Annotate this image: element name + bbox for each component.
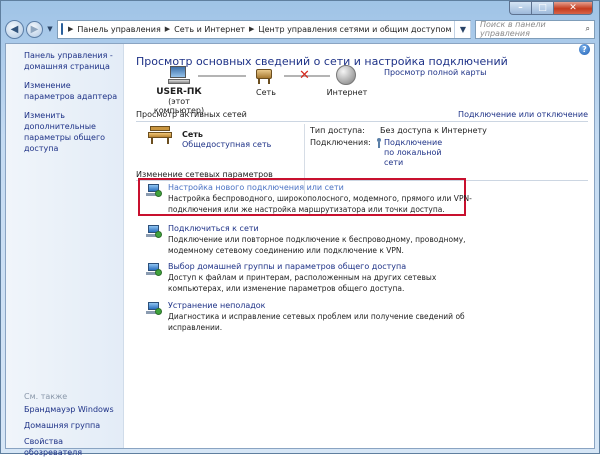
search-icon: ⌕ [585, 24, 590, 33]
maximize-button[interactable]: □ [531, 1, 553, 15]
search-placeholder: Поиск в панели управления [480, 20, 546, 38]
task-description: Диагностика и исправление сетевых пробле… [168, 312, 465, 332]
computer-icon [168, 66, 190, 84]
history-dropdown[interactable]: ▼ [45, 25, 55, 33]
content-frame: Панель управления - домашняя страница Из… [5, 43, 595, 457]
caption-buttons: – □ ✕ [509, 1, 593, 15]
task-description: Подключение или повторное подключение к … [168, 235, 466, 255]
network-icon[interactable] [254, 65, 276, 85]
connect-disconnect-link[interactable]: Подключение или отключение [458, 110, 588, 119]
network-label: Сеть [256, 88, 276, 97]
control-panel-icon [61, 23, 63, 35]
full-map-link[interactable]: Просмотр полной карты [384, 68, 487, 77]
network-name: Сеть [182, 130, 203, 139]
forward-button[interactable]: ▶ [26, 20, 43, 38]
connection-icon [376, 138, 382, 148]
sidebar-link-adapter-settings[interactable]: Изменение параметров адаптера [24, 80, 123, 102]
new-connection-link[interactable]: Настройка нового подключения или сети [168, 183, 344, 192]
network-type-link[interactable]: Общедоступная сеть [182, 140, 271, 149]
forward-icon: ▶ [30, 23, 39, 35]
map-line [198, 75, 246, 77]
main-content: Просмотр основных сведений о сети и наст… [134, 44, 594, 448]
address-row: ◀ ▶ ▼ ▶ Панель управления ▶ Сеть и Интер… [5, 18, 595, 40]
minimize-button[interactable]: – [509, 1, 531, 15]
internet-label: Интернет [326, 88, 368, 97]
task-description: Настройка беспроводного, широкополосного… [168, 194, 472, 214]
sidebar: Панель управления - домашняя страница Из… [6, 44, 124, 457]
divider [136, 121, 588, 122]
see-also-label: См. также [24, 392, 68, 401]
computer-name: USER-ПК [156, 87, 202, 97]
page-title: Просмотр основных сведений о сети и наст… [136, 55, 508, 68]
access-type-value: Без доступа к Интернету [380, 126, 487, 135]
task-network-icon [146, 262, 162, 276]
breadcrumb-network-internet[interactable]: Сеть и Интернет [171, 25, 248, 34]
sidebar-link-internet-options[interactable]: Свойства обозревателя [24, 436, 123, 458]
globe-icon[interactable] [336, 65, 356, 85]
sidebar-link-homegroup[interactable]: Домашняя группа [24, 420, 123, 431]
breadcrumb-control-panel[interactable]: Панель управления [74, 25, 163, 34]
connections-label: Подключения: [310, 138, 371, 147]
back-button[interactable]: ◀ [5, 19, 24, 39]
task-network-icon [146, 224, 162, 238]
connection-link[interactable]: Подключение по локальной сети [384, 138, 454, 168]
task-network-icon [146, 183, 162, 197]
homegroup-link[interactable]: Выбор домашней группы и параметров общег… [168, 262, 406, 271]
close-button[interactable]: ✕ [553, 1, 593, 15]
connect-network-link[interactable]: Подключиться к сети [168, 224, 259, 233]
task-description: Доступ к файлам и принтерам, расположенн… [168, 273, 437, 293]
address-bar[interactable]: ▶ Панель управления ▶ Сеть и Интернет ▶ … [57, 19, 482, 39]
bench-icon[interactable] [148, 126, 172, 144]
access-type-label: Тип доступа: [310, 126, 365, 135]
see-also-links: Брандмауэр Windows Домашняя группа Свойс… [24, 404, 123, 463]
breadcrumb-network-center[interactable]: Центр управления сетями и общим доступом [255, 25, 454, 34]
sidebar-link-firewall[interactable]: Брандмауэр Windows [24, 404, 123, 415]
active-networks-header: Просмотр активных сетей Подключение или … [136, 110, 588, 120]
search-input[interactable]: Поиск в панели управления ⌕ [475, 19, 595, 39]
sidebar-link-home[interactable]: Панель управления - домашняя страница [24, 50, 123, 72]
back-icon: ◀ [10, 23, 19, 35]
task-network-icon [146, 301, 162, 315]
troubleshoot-link[interactable]: Устранение неполадок [168, 301, 266, 310]
address-dropdown[interactable]: ▼ [454, 20, 470, 38]
sidebar-link-sharing-settings[interactable]: Изменить дополнительные параметры общего… [24, 110, 123, 154]
window: – □ ✕ ◀ ▶ ▼ ▶ Панель управления ▶ Сеть и… [0, 0, 600, 457]
active-networks-title: Просмотр активных сетей [136, 110, 247, 119]
disconnected-icon: ✕ [299, 68, 310, 83]
